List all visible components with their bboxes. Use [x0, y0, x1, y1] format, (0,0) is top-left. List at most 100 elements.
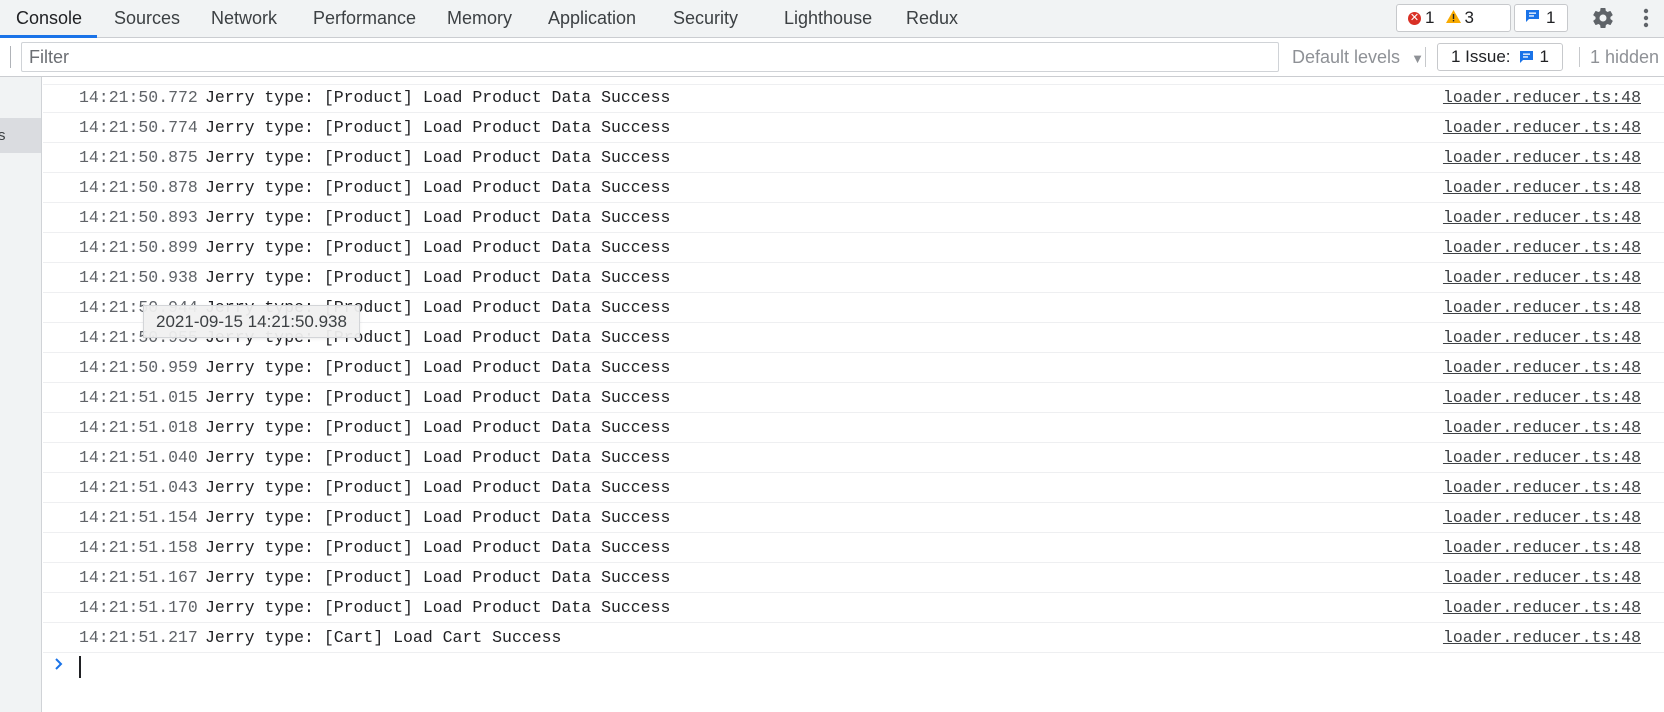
log-message: Jerry type: [Product] Load Product Data … [205, 388, 671, 407]
log-source-link[interactable]: loader.reducer.ts:48 [1443, 323, 1641, 353]
error-circle-icon: ✕ [1408, 11, 1421, 25]
log-row: 14:21:51.043 Jerry type: [Product] Load P… [43, 473, 1664, 503]
tab-lighthouse[interactable]: Lighthouse [784, 0, 872, 37]
log-timestamp: 14:21:50.899 [79, 238, 198, 257]
issues-button[interactable]: 1 Issue: 1 [1437, 43, 1564, 71]
console-filter-bar: Default levels ▼ 1 Issue: 1 1 hidden [0, 38, 1664, 77]
log-timestamp: 14:21:50.772 [79, 88, 198, 107]
log-row: 14:21:50.772 Jerry type: [Product] Load P… [43, 83, 1664, 113]
log-message: Jerry type: [Product] Load Product Data … [205, 598, 671, 617]
tab-console[interactable]: Console [16, 0, 82, 37]
log-message: Jerry type: [Product] Load Product Data … [205, 118, 671, 137]
log-row: 14:21:51.158 Jerry type: [Product] Load P… [43, 533, 1664, 563]
issues-count: 1 [1539, 47, 1550, 66]
log-timestamp: 14:21:50.878 [79, 178, 198, 197]
toolbar-divider [10, 46, 11, 68]
log-timestamp: 14:21:51.170 [79, 598, 198, 617]
tab-sources[interactable]: Sources [114, 0, 180, 37]
log-source-link[interactable]: loader.reducer.ts:48 [1443, 293, 1641, 323]
message-icon [1525, 8, 1540, 28]
filter-input[interactable] [21, 42, 1279, 72]
devtools-tab-bar: Console Sources Network Performance Memo… [0, 0, 1664, 38]
log-message: Jerry type: [Product] Load Product Data … [205, 208, 671, 227]
log-message: Jerry type: [Product] Load Product Data … [205, 358, 671, 377]
kebab-menu-icon[interactable] [1636, 6, 1656, 30]
log-timestamp: 14:21:51.018 [79, 418, 198, 437]
log-levels-dropdown[interactable]: Default levels ▼ [1292, 38, 1424, 76]
log-source-link[interactable]: loader.reducer.ts:48 [1443, 413, 1641, 443]
log-source-link[interactable]: loader.reducer.ts:48 [1443, 503, 1641, 533]
log-source-link[interactable]: loader.reducer.ts:48 [1443, 443, 1641, 473]
log-message: Jerry type: [Product] Load Product Data … [205, 418, 671, 437]
log-source-link[interactable]: loader.reducer.ts:48 [1443, 83, 1641, 113]
tab-security[interactable]: Security [673, 0, 738, 37]
log-row: 14:21:51.040 Jerry type: [Product] Load P… [43, 443, 1664, 473]
warning-count: 3 [1446, 8, 1474, 28]
log-source-link[interactable]: loader.reducer.ts:48 [1443, 203, 1641, 233]
console-prompt[interactable] [43, 648, 1664, 682]
log-row: 14:21:50.893 Jerry type: [Product] Load P… [43, 203, 1664, 233]
log-source-link[interactable]: loader.reducer.ts:48 [1443, 113, 1641, 143]
sidebar-item-selected[interactable] [0, 118, 41, 153]
log-source-link[interactable]: loader.reducer.ts:48 [1443, 533, 1641, 563]
log-timestamp: 14:21:51.040 [79, 448, 198, 467]
tab-memory[interactable]: Memory [447, 0, 512, 37]
tab-redux[interactable]: Redux [906, 0, 958, 37]
toolbar-divider [1579, 47, 1580, 67]
log-message: Jerry type: [Product] Load Product Data … [205, 538, 671, 557]
console-sidebar: s [0, 77, 42, 712]
log-source-link[interactable]: loader.reducer.ts:48 [1443, 143, 1641, 173]
log-timestamp: 14:21:51.167 [79, 568, 198, 587]
message-icon [1519, 50, 1534, 64]
sidebar-item-label: s [0, 118, 6, 153]
log-source-link[interactable]: loader.reducer.ts:48 [1443, 263, 1641, 293]
log-row: 14:21:51.167 Jerry type: [Product] Load P… [43, 563, 1664, 593]
log-source-link[interactable]: loader.reducer.ts:48 [1443, 233, 1641, 263]
console-messages: 14:21:50.772 Jerry type: [Product] Load P… [43, 77, 1664, 712]
log-timestamp: 14:21:50.938 [79, 268, 198, 287]
log-source-link[interactable]: loader.reducer.ts:48 [1443, 563, 1641, 593]
log-message: Jerry type: [Product] Load Product Data … [205, 478, 671, 497]
log-timestamp: 14:21:50.875 [79, 148, 198, 167]
issues-label: 1 Issue: [1451, 47, 1511, 66]
toolbar-divider [1425, 47, 1426, 67]
log-message: Jerry type: [Product] Load Product Data … [205, 238, 671, 257]
log-row: 14:21:51.154 Jerry type: [Product] Load P… [43, 503, 1664, 533]
log-source-link[interactable]: loader.reducer.ts:48 [1443, 383, 1641, 413]
gear-icon[interactable] [1591, 6, 1615, 30]
tab-application[interactable]: Application [548, 0, 636, 37]
chevron-right-icon [55, 658, 63, 670]
log-message: Jerry type: [Product] Load Product Data … [205, 88, 671, 107]
log-source-link[interactable]: loader.reducer.ts:48 [1443, 173, 1641, 203]
dropdown-triangle-icon: ▼ [1411, 51, 1424, 66]
log-message: Jerry type: [Product] Load Product Data … [205, 568, 671, 587]
tab-performance[interactable]: Performance [313, 0, 416, 37]
timestamp-tooltip: 2021-09-15 14:21:50.938 [143, 305, 360, 338]
log-row: 14:21:51.015 Jerry type: [Product] Load P… [43, 383, 1664, 413]
error-warning-counter[interactable]: ✕ 1 3 [1396, 4, 1511, 32]
log-row: 14:21:50.774 Jerry type: [Product] Load P… [43, 113, 1664, 143]
text-caret [79, 656, 81, 678]
log-timestamp: 14:21:50.893 [79, 208, 198, 227]
log-message: Jerry type: [Product] Load Product Data … [205, 178, 671, 197]
log-source-link[interactable]: loader.reducer.ts:48 [1443, 353, 1641, 383]
tab-network[interactable]: Network [211, 0, 277, 37]
log-row: 14:21:50.959 Jerry type: [Product] Load P… [43, 353, 1664, 383]
message-counter[interactable]: 1 [1514, 4, 1568, 32]
log-timestamp: 14:21:51.043 [79, 478, 198, 497]
log-row: 14:21:50.899 Jerry type: [Product] Load P… [43, 233, 1664, 263]
log-row: 14:21:51.018 Jerry type: [Product] Load P… [43, 413, 1664, 443]
log-timestamp: 14:21:51.154 [79, 508, 198, 527]
log-message: Jerry type: [Product] Load Product Data … [205, 448, 671, 467]
log-timestamp: 14:21:51.158 [79, 538, 198, 557]
log-source-link[interactable]: loader.reducer.ts:48 [1443, 593, 1641, 623]
hidden-count: 1 hidden [1590, 47, 1660, 67]
log-timestamp: 14:21:50.959 [79, 358, 198, 377]
log-source-link[interactable]: loader.reducer.ts:48 [1443, 473, 1641, 503]
log-row: 14:21:50.875 Jerry type: [Product] Load P… [43, 143, 1664, 173]
log-row: 14:21:50.938 Jerry type: [Product] Load P… [43, 263, 1664, 293]
log-row: 14:21:50.878 Jerry type: [Product] Load P… [43, 173, 1664, 203]
log-timestamp: 14:21:51.015 [79, 388, 198, 407]
log-levels-label: Default levels [1292, 47, 1401, 67]
log-message: Jerry type: [Product] Load Product Data … [205, 508, 671, 527]
